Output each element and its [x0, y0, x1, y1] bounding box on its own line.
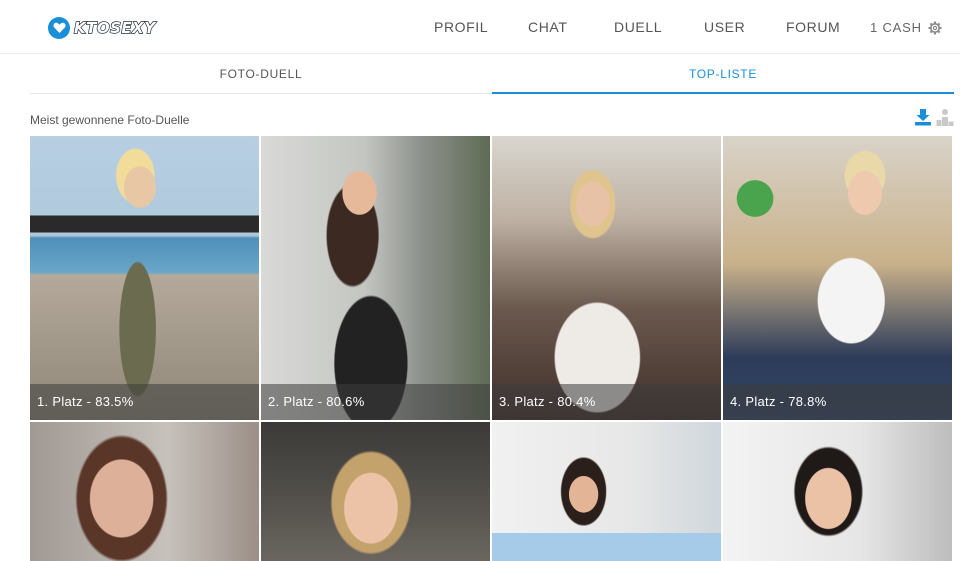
gear-icon[interactable]: [928, 21, 942, 35]
photo-image-2: [261, 136, 490, 420]
nav-item-chat[interactable]: CHAT: [528, 19, 567, 35]
section-title: Meist gewonnene Foto-Duelle: [30, 113, 190, 127]
tab-bar: FOTO-DUELL TOP-LISTE: [30, 54, 954, 95]
tab-foto-duell[interactable]: FOTO-DUELL: [30, 54, 492, 94]
top-navbar: KTOSEXY PROFIL CHAT DUELL USER FORUM 1 C…: [0, 0, 960, 54]
photo-caption-1: 1. Platz - 83.5%: [30, 384, 259, 420]
photo-card-1[interactable]: 1. Platz - 83.5%: [30, 136, 259, 420]
heart-icon: [48, 17, 70, 39]
nav-item-profil[interactable]: PROFIL: [434, 19, 488, 35]
photo-card-3[interactable]: 3. Platz - 80.4%: [492, 136, 721, 420]
brand-logo[interactable]: KTOSEXY: [48, 17, 156, 39]
photo-caption-4: 4. Platz - 78.8%: [723, 384, 952, 420]
photo-card-8[interactable]: [723, 422, 952, 561]
photo-card-2[interactable]: 2. Platz - 80.6%: [261, 136, 490, 420]
photo-card-4[interactable]: 4. Platz - 78.8%: [723, 136, 952, 420]
photo-image-5: [30, 422, 259, 561]
cash-balance[interactable]: 1 CASH: [870, 20, 942, 35]
nav-item-user[interactable]: USER: [704, 19, 745, 35]
photo-image-6: [261, 422, 490, 561]
photo-card-7[interactable]: [492, 422, 721, 561]
ranking-icon[interactable]: [936, 108, 954, 126]
photo-image-4: [723, 136, 952, 420]
photo-caption-3: 3. Platz - 80.4%: [492, 384, 721, 420]
download-icon[interactable]: [914, 108, 932, 126]
photo-image-7: [492, 422, 721, 561]
nav-item-forum[interactable]: FORUM: [786, 19, 840, 35]
photo-caption-2: 2. Platz - 80.6%: [261, 384, 490, 420]
photo-card-5[interactable]: [30, 422, 259, 561]
photo-image-3: [492, 136, 721, 420]
photo-card-6[interactable]: [261, 422, 490, 561]
photo-image-8: [723, 422, 952, 561]
cash-label: 1 CASH: [870, 20, 922, 35]
brand-name: KTOSEXY: [73, 18, 156, 37]
tab-top-liste[interactable]: TOP-LISTE: [492, 54, 954, 94]
nav-item-duell[interactable]: DUELL: [614, 19, 662, 35]
photo-image-1: [30, 136, 259, 420]
